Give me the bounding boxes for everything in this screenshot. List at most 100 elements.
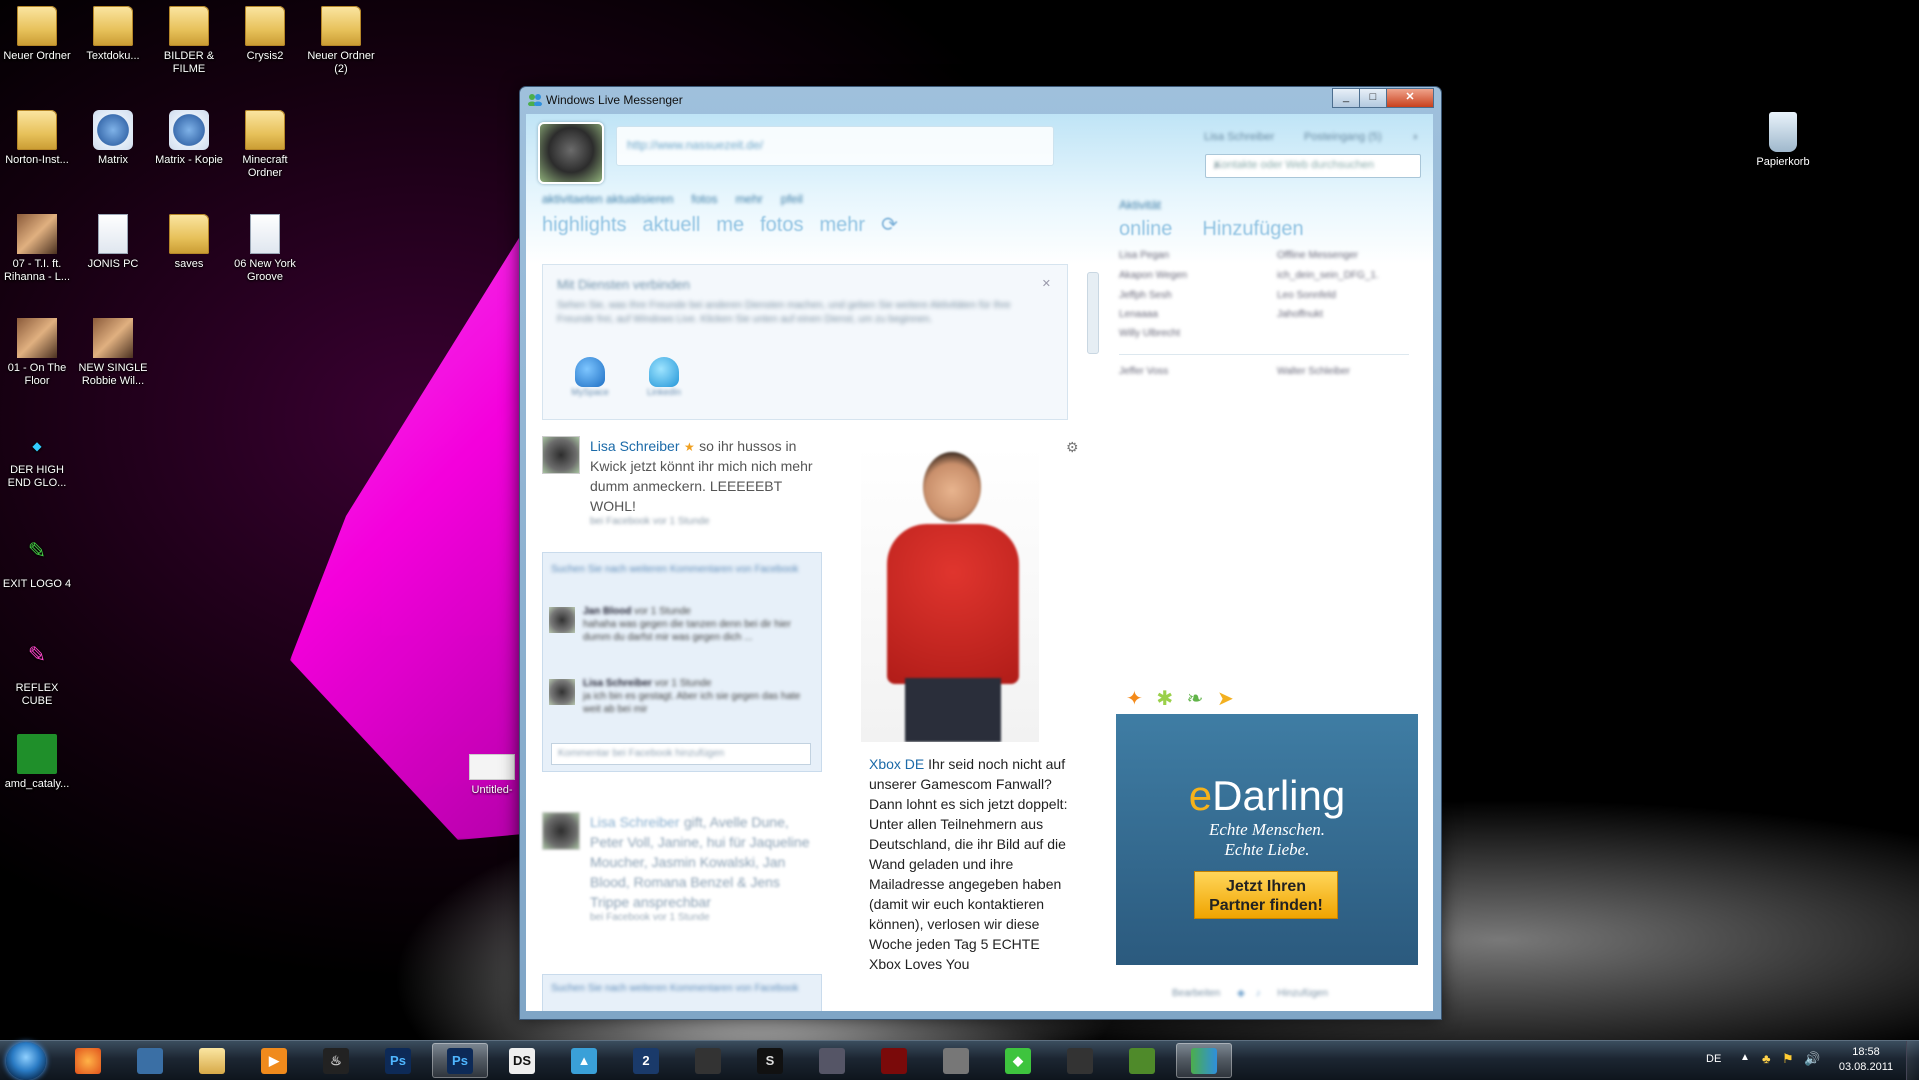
taskbar-app-media-player[interactable]: ▶ <box>246 1043 302 1078</box>
desktop-icon[interactable]: 01 - On The Floor <box>0 318 74 388</box>
taskbar-app-sims[interactable]: ◆ <box>990 1043 1046 1078</box>
contact-item[interactable]: Lenaaaa <box>1119 309 1158 320</box>
inbox-link[interactable]: Posteingang (5) <box>1304 131 1382 143</box>
add-link[interactable]: Hinzufügen <box>1277 988 1328 999</box>
taskbar-app-game[interactable] <box>928 1043 984 1078</box>
tab-me[interactable]: me <box>716 214 744 236</box>
taskbar-app-computer[interactable] <box>122 1043 178 1078</box>
share-icon[interactable]: ◆ <box>1237 988 1245 999</box>
tray-expand-icon[interactable]: ▲ <box>1740 1052 1750 1063</box>
desktop-icon[interactable]: Neuer Ordner (2) <box>304 6 378 76</box>
close-button[interactable]: ✕ <box>1386 88 1434 108</box>
taskbar-app-steam[interactable]: ♨ <box>308 1043 364 1078</box>
avatar[interactable] <box>549 607 575 633</box>
avatar[interactable] <box>542 812 580 850</box>
desktop-icon[interactable]: Minecraft Ordner <box>228 110 302 180</box>
taskbar-app-photoshop[interactable]: Ps <box>370 1043 426 1078</box>
taskbar-app-blender[interactable]: ▲ <box>556 1043 612 1078</box>
taskbar-app-2[interactable]: 2 <box>618 1043 674 1078</box>
desktop-icon[interactable]: JONIS PC <box>76 214 150 271</box>
desktop-icon[interactable]: amd_cataly... <box>0 734 74 791</box>
desktop-icon[interactable]: ✎ EXIT LOGO 4 <box>0 540 74 591</box>
avatar[interactable] <box>542 436 580 474</box>
desktop-icon[interactable]: Papierkorb <box>1746 112 1820 169</box>
edarling-ad[interactable]: eDarling Echte Menschen. Echte Liebe. Jet… <box>1116 714 1418 965</box>
contact-item[interactable]: Offline Messenger <box>1277 250 1358 261</box>
subnav-link[interactable]: aktivitaeten aktualisieren <box>542 192 673 206</box>
volume-icon[interactable]: 🔊 <box>1804 1051 1820 1067</box>
desktop-icon[interactable]: NEW SINGLE Robbie Wil... <box>76 318 150 388</box>
taskbar-app-game[interactable] <box>680 1043 736 1078</box>
taskbar-app-firefox[interactable] <box>60 1043 116 1078</box>
taskbar-app-game[interactable] <box>804 1043 860 1078</box>
taskbar-app-minecraft[interactable] <box>1114 1043 1170 1078</box>
desktop-icon-untitled[interactable]: Untitled- <box>467 754 517 796</box>
contact-item[interactable]: Jeffer Voss <box>1119 366 1168 377</box>
options-icon[interactable]: ◑ <box>1411 131 1418 143</box>
music-icon[interactable]: ♪ <box>1256 988 1261 999</box>
post-author[interactable]: Lisa Schreiber <box>590 814 680 830</box>
tab-highlights[interactable]: highlights <box>542 214 627 236</box>
desktop-icon[interactable]: 06 New York Groove <box>228 214 302 284</box>
contact-item[interactable]: Jahoffnukt <box>1277 309 1323 320</box>
tab-online[interactable]: online <box>1119 218 1172 240</box>
desktop-icon[interactable]: Crysis2 <box>228 6 302 63</box>
bird-icon[interactable]: ✦ <box>1126 688 1143 710</box>
leaf-icon[interactable]: ❧ <box>1187 688 1204 710</box>
status-message-box[interactable]: http://www.nassuezeit.de/ <box>616 126 1054 166</box>
post-author[interactable]: Xbox DE <box>869 756 924 772</box>
contact-item[interactable]: Leo Sonnfeld <box>1277 290 1336 301</box>
taskbar-app-game[interactable]: S <box>742 1043 798 1078</box>
gear-icon[interactable]: ⚙ <box>1066 439 1079 456</box>
post-author[interactable]: Lisa Schreiber <box>590 438 680 454</box>
more-comments-link[interactable]: Suchen Sie nach weiteren Kommentaren von… <box>551 983 798 994</box>
close-icon[interactable]: ✕ <box>1042 277 1051 290</box>
taskbar-app-explorer[interactable] <box>184 1043 240 1078</box>
refresh-icon[interactable]: ⟳ <box>881 214 898 236</box>
subnav-link[interactable]: mehr <box>735 192 762 206</box>
language-indicator[interactable]: DE <box>1706 1053 1721 1065</box>
contact-item[interactable]: Walter Schleiber <box>1277 366 1350 377</box>
service-myspace[interactable]: MySpace <box>569 357 611 405</box>
show-desktop-button[interactable] <box>1906 1041 1919 1080</box>
subnav-link[interactable]: pfeil <box>781 192 803 206</box>
comment-input[interactable]: Kommentar bei Facebook hinzufügen <box>551 743 811 765</box>
service-linkedin[interactable]: LinkedIn <box>643 357 685 405</box>
taskbar-app-photoshop-2[interactable]: Ps <box>432 1043 488 1078</box>
subnav-link[interactable]: fotos <box>691 192 717 206</box>
desktop-icon[interactable]: Matrix - Kopie <box>152 110 226 167</box>
minimize-button[interactable]: _ <box>1332 88 1360 108</box>
desktop-icon[interactable]: Norton-Inst... <box>0 110 74 167</box>
messenger-window[interactable]: Windows Live Messenger _ □ ✕ http://www.… <box>519 86 1442 1020</box>
desktop-icon[interactable]: saves <box>152 214 226 271</box>
contact-item[interactable]: ich_dein_sein_DFG_1. <box>1277 270 1379 281</box>
desktop-icon[interactable]: Matrix <box>76 110 150 167</box>
user-name-link[interactable]: Lisa Schreiber <box>1204 131 1274 143</box>
taskbar-app-messenger[interactable] <box>1176 1043 1232 1078</box>
comment-author[interactable]: Jan Blood <box>583 606 631 617</box>
flag-icon[interactable]: ⚑ <box>1782 1051 1794 1067</box>
arrow-icon[interactable]: ➤ <box>1217 688 1234 710</box>
taskbar-app-ds[interactable]: DS <box>494 1043 550 1078</box>
shared-photo[interactable] <box>861 446 1039 742</box>
messenger-tray-icon[interactable]: ♣ <box>1762 1051 1771 1066</box>
edit-link[interactable]: Bearbeiten <box>1172 988 1220 999</box>
comment-author[interactable]: Lisa Schreiber <box>583 678 652 689</box>
start-button[interactable] <box>6 1042 46 1080</box>
desktop-icon[interactable]: 07 - T.I. ft. Rihanna - L... <box>0 214 74 284</box>
contact-item[interactable]: Lisa Pegan <box>1119 250 1169 261</box>
desktop-icon[interactable]: ✎ REFLEX CUBE <box>0 644 74 708</box>
scrollbar-thumb[interactable] <box>1087 272 1099 354</box>
taskbar-app-game[interactable] <box>866 1043 922 1078</box>
search-input[interactable]: Kontakte oder Web durchsuchen ⌕ <box>1205 154 1421 178</box>
feed-scrollbar[interactable] <box>1085 260 1099 1000</box>
user-avatar[interactable] <box>538 122 604 184</box>
tab-hinzufuegen[interactable]: Hinzufügen <box>1202 218 1303 240</box>
avatar[interactable] <box>549 679 575 705</box>
contact-item[interactable]: Willy Ulbrecht <box>1119 328 1180 339</box>
tab-mehr[interactable]: mehr <box>819 214 865 236</box>
contact-item[interactable]: Akapon Wegen <box>1119 270 1187 281</box>
desktop-icon[interactable]: ◆ DER HIGH END GLO... <box>0 440 74 490</box>
more-comments-link[interactable]: Suchen Sie nach weiteren Kommentaren von… <box>551 563 806 577</box>
clock[interactable]: 18:58 03.08.2011 <box>1836 1045 1896 1075</box>
